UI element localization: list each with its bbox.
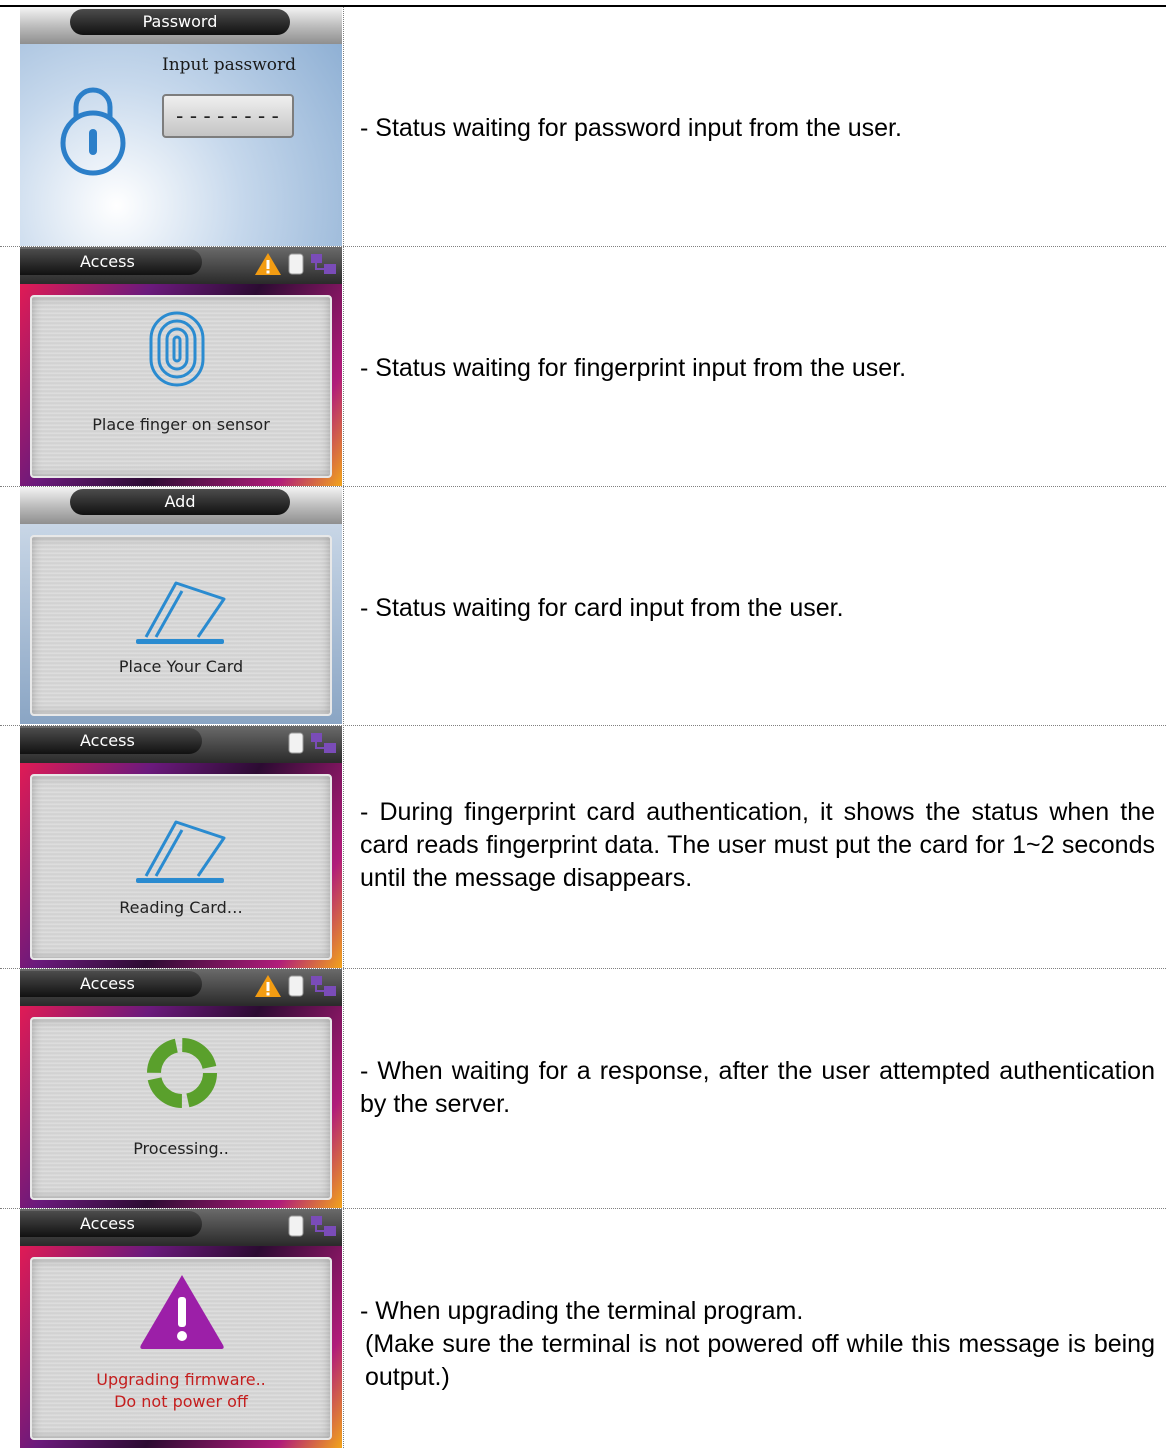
card-status-icon [288,253,304,275]
message-panel: Reading Card… [30,774,332,960]
reading-card-screen: Access Reading Card… [20,726,342,968]
row-description: - When upgrading the terminal program. (… [360,1295,1155,1394]
title-bar: Add [20,487,342,524]
card-icon [136,820,226,883]
status-message: Place Your Card [118,657,244,676]
processing-screen: Access Processing.. [20,969,342,1208]
alert-triangle-icon [140,1275,224,1349]
title-bar: Access [20,726,342,763]
table-row: Access Upgrading firmware.. Do not power… [0,1209,1166,1448]
status-message-line: Do not power off [114,1392,248,1411]
warning-icon [255,253,281,275]
password-input[interactable]: -------- [162,94,294,138]
description-note: (Make sure the terminal is not powered o… [365,1330,1155,1391]
fingerprint-icon [149,311,205,387]
processing-icon [147,1038,217,1108]
status-message-line: Upgrading firmware.. [96,1370,266,1389]
status-message: Processing.. [133,1139,229,1158]
row-description: - During fingerprint card authentication… [360,796,1155,895]
status-message: Place finger on sensor [92,415,270,434]
table-row: Password Input password -------- - Statu… [0,7,1166,246]
screen-title: Password [70,9,290,35]
table-row: Access Processing.. - When waiting for a… [0,969,1166,1208]
network-icon [311,976,336,996]
description-text: - When waiting for a response, after the… [360,1057,1155,1118]
row-description: - When waiting for a response, after the… [360,1055,1155,1121]
screen-title: Access [20,728,202,754]
screen-title: Access [20,249,202,275]
network-icon [311,254,336,274]
table-row: Access Reading Card… - During fingerprin… [0,726,1166,968]
firmware-upgrade-screen: Access Upgrading firmware.. Do not power… [20,1209,342,1448]
card-status-icon [288,732,304,754]
card-status-icon [288,1215,304,1237]
screen-title: Add [70,489,290,515]
card-screen: Add Place Your Card [20,487,342,724]
card-icon [136,581,226,644]
lock-icon [60,87,126,176]
description-text: - During fingerprint card authentication… [360,798,1155,892]
description-text: - When upgrading the terminal program. [360,1297,804,1325]
message-panel: Upgrading firmware.. Do not power off [30,1257,332,1440]
row-description: - Status waiting for fingerprint input f… [360,352,1155,385]
description-text: - Status waiting for card input from the… [360,594,844,622]
password-screen: Password Input password -------- [20,7,342,246]
fingerprint-screen: Access Place finger on sensor [20,247,342,486]
network-icon [311,733,336,753]
warning-icon [255,975,281,997]
status-icons [254,251,338,277]
message-panel: Place Your Card [30,535,332,716]
screen-title: Access [20,1211,202,1237]
password-prompt: Input password [162,55,296,75]
status-icons [254,973,338,999]
message-panel: Processing.. [30,1017,332,1200]
status-icons [288,1213,338,1239]
screen-title: Access [20,971,202,997]
row-description: - Status waiting for card input from the… [360,592,1155,625]
card-status-icon [288,975,304,997]
table-row: Add Place Your Card - Status waiting for… [0,487,1166,724]
title-bar: Access [20,247,342,284]
description-text: - Status waiting for fingerprint input f… [360,354,907,382]
status-message: Upgrading firmware.. Do not power off [32,1369,330,1413]
network-icon [311,1216,336,1236]
table-row: Access Place finger on sensor - Status w… [0,247,1166,486]
description-text: - Status waiting for password input from… [360,114,902,142]
message-panel: Place finger on sensor [30,295,332,478]
title-bar: Access [20,1209,342,1246]
title-bar: Access [20,969,342,1006]
title-bar: Password [20,7,342,44]
row-description: - Status waiting for password input from… [360,112,1155,145]
status-message: Reading Card… [119,898,243,917]
status-icons [288,730,338,756]
